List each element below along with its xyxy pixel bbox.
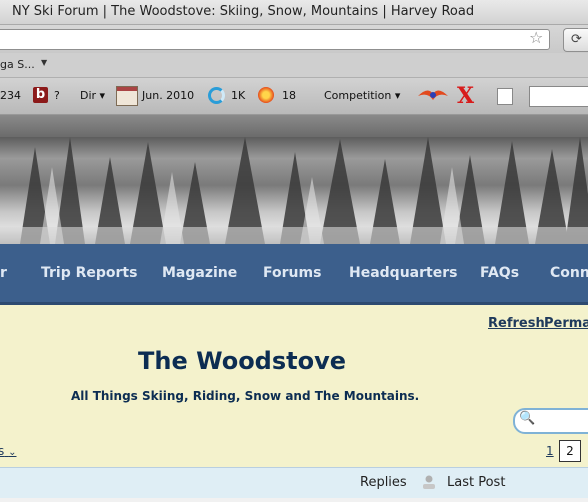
nav-item-magazine[interactable]: Magazine xyxy=(162,265,237,281)
permalink-link[interactable]: Permal xyxy=(544,316,588,331)
bookmark-arrow-icon[interactable]: ▼ xyxy=(41,58,47,67)
toolbar-b-label[interactable]: ? xyxy=(54,89,60,102)
main-nav: r Trip Reports Magazine Forums Headquart… xyxy=(0,244,588,305)
user-icon xyxy=(423,475,435,489)
nav-item-connect[interactable]: Conn xyxy=(550,265,588,281)
star-icon[interactable]: ☆ xyxy=(529,28,543,47)
address-bar xyxy=(0,25,588,53)
refresh-link[interactable]: Refresh xyxy=(488,316,545,331)
page-current-2[interactable]: 2 xyxy=(559,440,581,462)
bookmarks-bar: ga S... ▼ xyxy=(0,53,588,78)
header-banner-image xyxy=(0,137,588,244)
calendar-icon[interactable] xyxy=(116,86,138,106)
toolbar-num2[interactable]: 18 xyxy=(282,89,296,102)
competition-dropdown[interactable]: Competition ▾ xyxy=(324,89,400,102)
bird-icon[interactable] xyxy=(418,86,448,104)
last-post-column-header[interactable]: Last Post xyxy=(447,475,505,490)
toolbar-search-input[interactable] xyxy=(529,86,588,107)
reload-button[interactable]: ⟳ xyxy=(563,28,588,52)
nav-item-faqs[interactable]: FAQs xyxy=(480,265,519,281)
url-field[interactable] xyxy=(0,29,550,50)
forum-title: The Woodstove xyxy=(138,347,347,375)
forum-subtitle: All Things Skiing, Riding, Snow and The … xyxy=(71,389,420,403)
x-icon[interactable]: X xyxy=(457,83,474,109)
options-link[interactable]: s ⌄ xyxy=(0,444,16,458)
toolbar-num1[interactable]: 234 xyxy=(0,89,21,102)
bookmark-item[interactable]: ga S... xyxy=(0,58,35,71)
nav-item-headquarters[interactable]: Headquarters xyxy=(349,265,457,281)
replies-column-header[interactable]: Replies xyxy=(360,475,407,490)
b-icon[interactable]: b xyxy=(33,87,48,103)
date-label[interactable]: Jun. 2010 xyxy=(142,89,194,102)
nav-item-trip-reports[interactable]: Trip Reports xyxy=(41,265,137,281)
search-icon: 🔍 xyxy=(519,411,536,426)
ring-icon[interactable] xyxy=(208,87,225,104)
table-bottom-row xyxy=(0,498,588,502)
window-title: NY Ski Forum | The Woodstove: Skiing, Sn… xyxy=(12,4,475,19)
count-label[interactable]: 1K xyxy=(231,89,245,102)
note-icon[interactable] xyxy=(497,88,513,105)
dir-dropdown[interactable]: Dir ▾ xyxy=(80,89,105,102)
nav-item-partial[interactable]: r xyxy=(0,265,7,281)
sun-icon[interactable] xyxy=(258,87,274,103)
forum-search-input[interactable]: 🔍 xyxy=(513,408,588,434)
nav-item-forums[interactable]: Forums xyxy=(263,265,321,281)
header-strip xyxy=(0,115,588,137)
page-link-1[interactable]: 1 xyxy=(546,444,554,458)
window-titlebar: NY Ski Forum | The Woodstove: Skiing, Sn… xyxy=(0,0,588,25)
